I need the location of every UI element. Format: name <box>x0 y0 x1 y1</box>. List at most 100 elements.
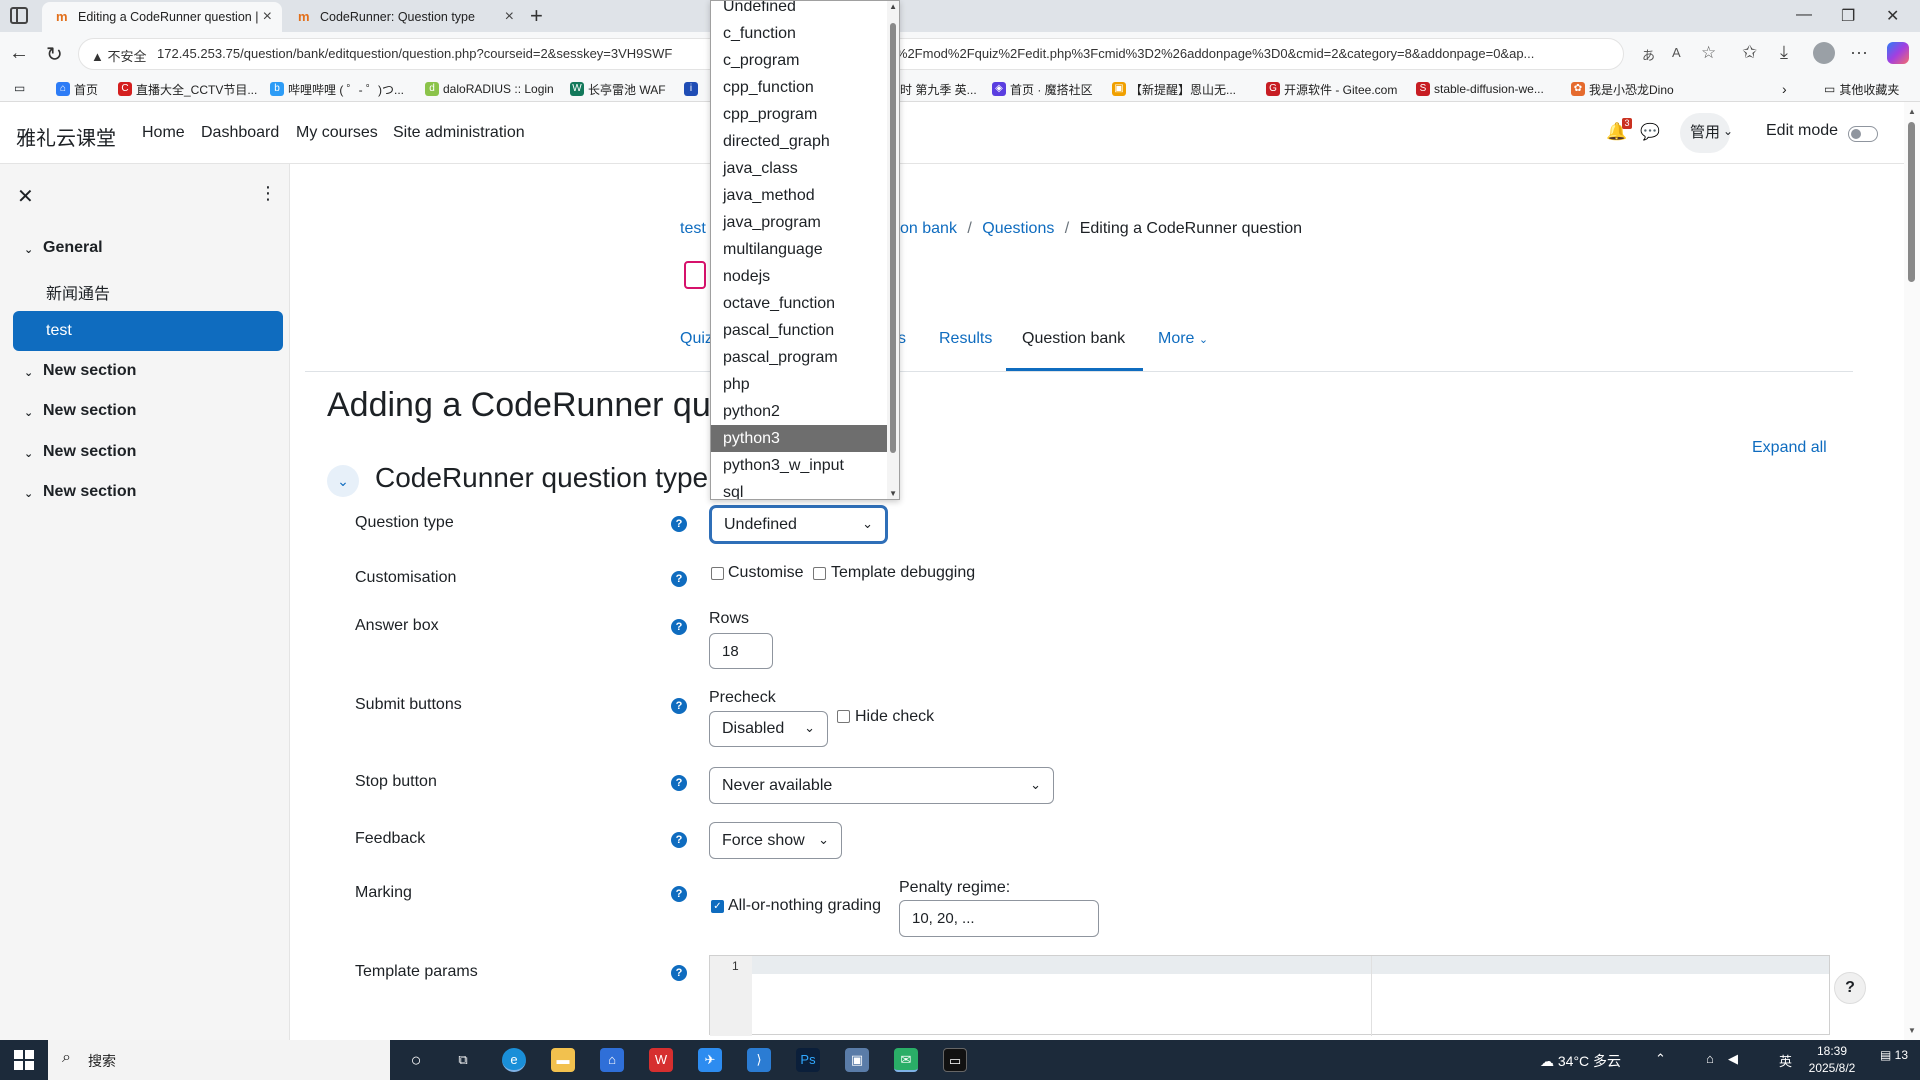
back-icon[interactable]: ← <box>9 42 29 65</box>
bookmark-item[interactable]: Sstable-diffusion-we... <box>1416 79 1544 99</box>
dropdown-option[interactable]: c_function <box>711 20 887 47</box>
bookmark-item[interactable]: ⌂ 首页 <box>56 79 98 99</box>
help-icon[interactable]: ? <box>671 698 687 714</box>
new-tab-icon[interactable]: + <box>530 3 543 29</box>
sidebar-toggle-icon[interactable] <box>10 7 28 24</box>
feedback-select[interactable]: Force show ⌄ <box>709 822 842 859</box>
tab-actions-icon[interactable]: ▭ <box>14 81 25 95</box>
drawer-options-icon[interactable]: ⋮ <box>259 183 277 204</box>
stop-button-select[interactable]: Never available ⌄ <box>709 767 1054 804</box>
dropdown-option[interactable]: php <box>711 371 887 398</box>
browser-tab-question-type[interactable]: m CodeRunner: Question type × <box>284 2 524 32</box>
bookmark-item[interactable]: b 哔哩哔哩 ( ゜- ゜)つ... <box>270 79 404 99</box>
remote-desktop-icon[interactable]: ▣ <box>845 1048 869 1072</box>
weather-widget[interactable]: ☁ 34°C 多云 <box>1540 1051 1621 1071</box>
breadcrumb-questions[interactable]: Questions <box>982 220 1054 237</box>
dropdown-option[interactable]: java_method <box>711 182 887 209</box>
bookmark-item[interactable]: ✿ 我是小恐龙Dino <box>1571 79 1674 99</box>
help-icon[interactable]: ? <box>671 832 687 848</box>
wechat-icon[interactable]: ✉ <box>894 1048 918 1072</box>
tab-more[interactable]: More ⌄ <box>1158 330 1208 348</box>
dropdown-option[interactable]: cpp_program <box>711 101 887 128</box>
dropdown-scrollbar[interactable]: ▲ ▼ <box>887 1 899 499</box>
tab-question-bank[interactable]: Question bank <box>1022 330 1125 348</box>
other-bookmarks[interactable]: ▭ 其他收藏夹 <box>1824 79 1899 99</box>
security-warning[interactable]: ▲ 不安全 <box>91 46 147 65</box>
network-icon[interactable]: ⌂ <box>1706 1051 1714 1066</box>
bookmark-item[interactable]: ◈ 首页 · 魔搭社区 <box>992 79 1093 99</box>
chevron-down-icon[interactable]: ⌄ <box>24 487 33 500</box>
browser-tab-editing[interactable]: m Editing a CodeRunner question | × <box>42 2 282 32</box>
template-debugging-checkbox[interactable] <box>813 567 826 580</box>
edit-mode-toggle[interactable] <box>1848 126 1878 142</box>
question-type-select[interactable]: Undefined ⌄ <box>709 505 888 544</box>
help-icon[interactable]: ? <box>671 619 687 635</box>
read-aloud-icon[interactable]: A <box>1672 45 1681 60</box>
dropdown-option[interactable]: nodejs <box>711 263 887 290</box>
all-or-nothing-checkbox[interactable]: ✓ <box>711 900 724 913</box>
dropdown-option[interactable]: c_program <box>711 47 887 74</box>
chevron-up-icon[interactable]: ⌃ <box>1655 1051 1666 1067</box>
question-type-dropdown-list[interactable]: Undefined c_function c_program cpp_function… <box>710 0 900 500</box>
nav-site-administration[interactable]: Site administration <box>393 124 525 142</box>
tab-quiz[interactable]: Quiz <box>680 330 713 348</box>
minimize-icon[interactable]: — <box>1796 6 1812 24</box>
chevron-down-icon[interactable]: ⌄ <box>24 243 33 256</box>
dropdown-option[interactable]: octave_function <box>711 290 887 317</box>
bookmark-item[interactable]: ▣ 【新提醒】恩山无... <box>1112 79 1236 99</box>
ime-indicator[interactable]: 英 <box>1779 1051 1792 1070</box>
close-window-icon[interactable]: ✕ <box>1886 6 1899 26</box>
messages-icon[interactable]: 💬 <box>1640 122 1660 142</box>
template-params-editor[interactable]: 1 <box>709 955 1830 1036</box>
edge-icon[interactable]: e <box>502 1048 526 1072</box>
tab-results[interactable]: Results <box>939 330 992 348</box>
breadcrumb-question-bank[interactable]: on bank <box>900 220 957 237</box>
scroll-up-icon[interactable]: ▲ <box>889 2 897 11</box>
dropdown-option[interactable]: Undefined <box>711 1 887 20</box>
downloads-icon[interactable]: ⤓ <box>1780 42 1788 63</box>
dropdown-option[interactable]: cpp_function <box>711 74 887 101</box>
volume-icon[interactable]: ◀ <box>1728 1051 1738 1067</box>
dropdown-option[interactable]: java_class <box>711 155 887 182</box>
feishu-icon[interactable]: ✈ <box>698 1048 722 1072</box>
close-tab-icon[interactable]: × <box>263 8 272 26</box>
page-scrollbar[interactable]: ▲ ▼ <box>1904 102 1920 1040</box>
rows-input[interactable]: 18 <box>709 633 773 669</box>
notification-center-icon[interactable]: ▤ 13 <box>1880 1048 1908 1062</box>
bookmark-item[interactable]: i <box>684 79 698 99</box>
dropdown-option[interactable]: pascal_function <box>711 317 887 344</box>
help-icon[interactable]: ? <box>671 775 687 791</box>
taskbar-clock[interactable]: 18:39 2025/8/2 <box>1800 1043 1864 1077</box>
store-icon[interactable]: ⌂ <box>600 1048 624 1072</box>
wps-icon[interactable]: W <box>649 1048 673 1072</box>
close-tab-icon[interactable]: × <box>505 8 514 26</box>
help-icon[interactable]: ? <box>671 886 687 902</box>
chevron-down-icon[interactable]: ⌄ <box>24 447 33 460</box>
bookmarks-more-icon[interactable]: › <box>1782 79 1787 99</box>
task-view-icon[interactable]: ⧉ <box>451 1048 475 1072</box>
section-collapse-button[interactable]: ⌄ <box>327 465 359 497</box>
vscode-icon[interactable]: ⟩ <box>747 1048 771 1072</box>
dropdown-option[interactable]: python3 <box>711 425 887 452</box>
close-drawer-icon[interactable]: ✕ <box>17 184 34 209</box>
scroll-up-icon[interactable]: ▲ <box>1908 107 1916 116</box>
nav-dashboard[interactable]: Dashboard <box>201 124 279 142</box>
dropdown-scrollbar-thumb[interactable] <box>890 23 896 453</box>
scroll-down-icon[interactable]: ▼ <box>889 489 897 498</box>
dropdown-option[interactable]: sql <box>711 479 887 499</box>
nav-my-courses[interactable]: My courses <box>296 124 378 142</box>
terminal-icon[interactable]: ▭ <box>943 1048 967 1072</box>
drawer-item-test[interactable]: test <box>13 311 283 351</box>
bookmark-item[interactable]: W 长亭雷池 WAF <box>570 79 666 99</box>
restore-icon[interactable]: ❐ <box>1841 6 1855 26</box>
expand-all-link[interactable]: Expand all <box>1752 439 1827 457</box>
favorites-icon[interactable]: ✩ <box>1742 42 1757 63</box>
dropdown-option[interactable]: python3_w_input <box>711 452 887 479</box>
bookmark-item[interactable]: d daloRADIUS :: Login <box>425 79 554 99</box>
scrollbar-thumb[interactable] <box>1908 122 1915 282</box>
cortana-icon[interactable]: ○ <box>404 1048 428 1072</box>
dropdown-option[interactable]: pascal_program <box>711 344 887 371</box>
customise-checkbox[interactable] <box>711 567 724 580</box>
windows-start-icon[interactable] <box>14 1050 34 1070</box>
dropdown-option[interactable]: directed_graph <box>711 128 887 155</box>
